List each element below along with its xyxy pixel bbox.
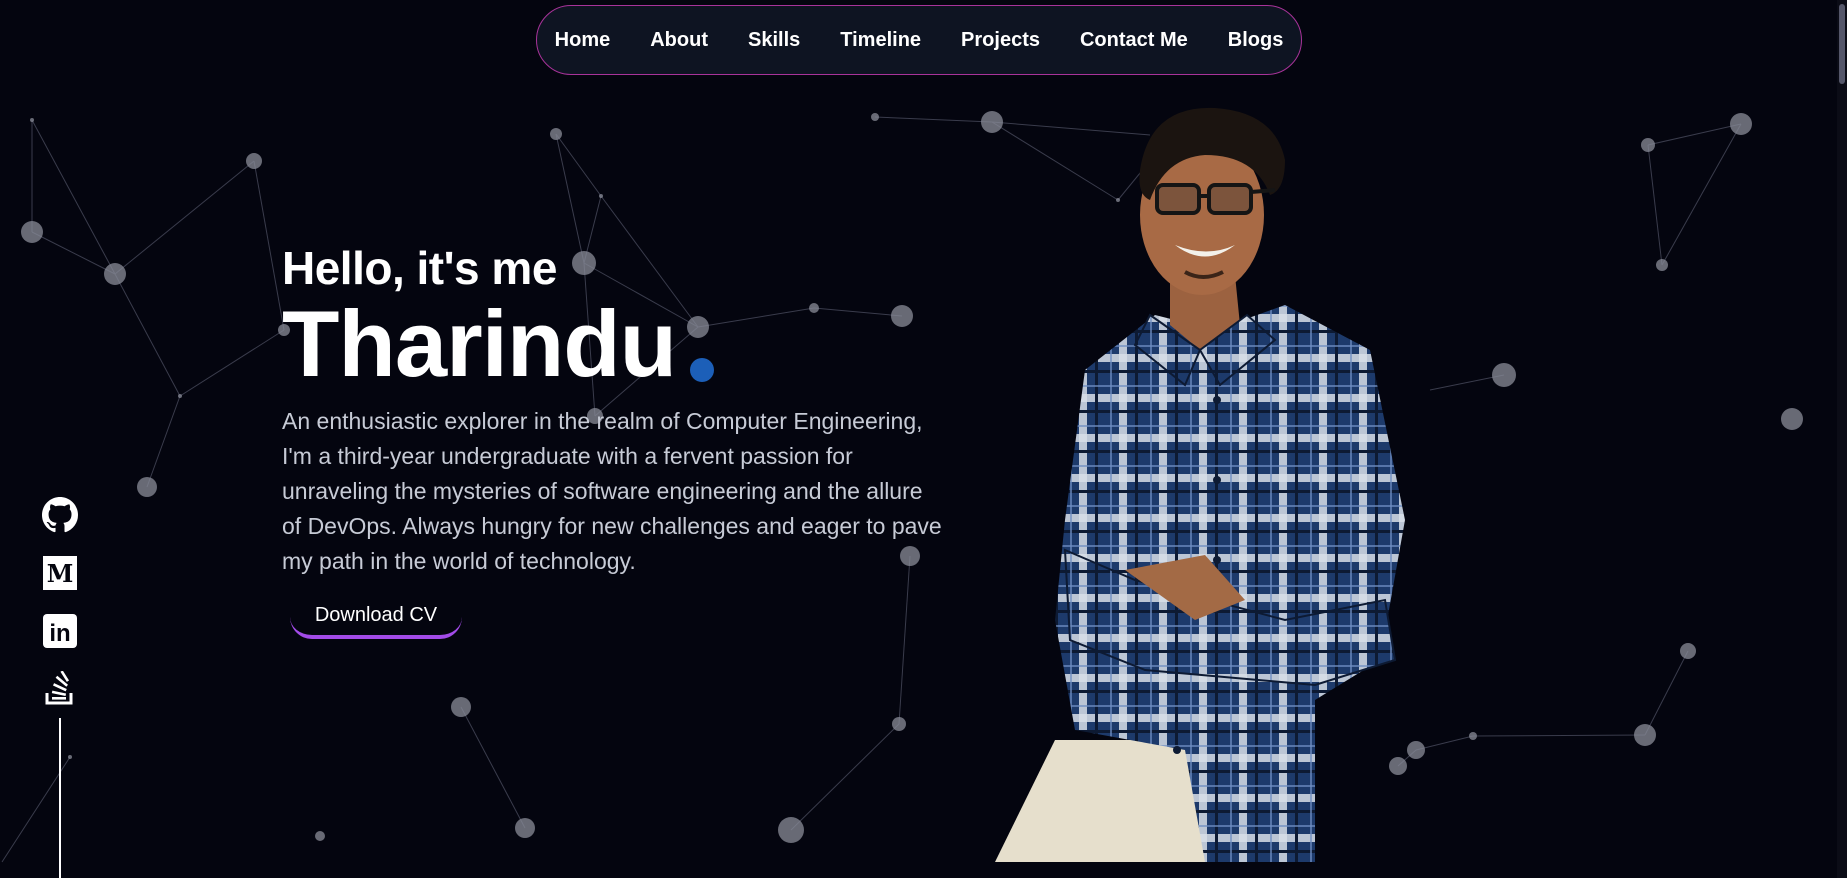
medium-icon-letter: M	[47, 559, 74, 588]
hero-name-wrapper: Tharindu	[282, 291, 715, 396]
github-icon[interactable]	[42, 497, 78, 533]
hero-name: Tharindu	[282, 291, 677, 396]
top-navigation: Home About Skills Timeline Projects Cont…	[536, 5, 1302, 75]
medium-icon[interactable]: M	[42, 555, 78, 591]
nav-skills[interactable]: Skills	[728, 29, 820, 52]
linkedin-icon-letters: in	[49, 620, 70, 647]
download-cv-button[interactable]: Download CV	[290, 595, 462, 639]
profile-photo	[995, 107, 1405, 862]
hero-bio: An enthusiastic explorer in the realm of…	[282, 408, 942, 574]
hero-section: Hello, it's me Tharindu An enthusiastic …	[282, 240, 942, 579]
nav-projects[interactable]: Projects	[941, 29, 1060, 52]
nav-about[interactable]: About	[630, 29, 728, 52]
nav-home[interactable]: Home	[535, 29, 631, 52]
scrollbar-track[interactable]	[1837, 0, 1847, 878]
social-links: M in	[42, 497, 78, 729]
nav-blogs[interactable]: Blogs	[1208, 29, 1304, 52]
hero-greeting: Hello, it's me	[282, 242, 557, 294]
nav-contact-me[interactable]: Contact Me	[1060, 29, 1208, 52]
linkedin-icon[interactable]: in	[42, 613, 78, 649]
scrollbar-thumb[interactable]	[1839, 4, 1845, 84]
social-divider-line	[59, 718, 61, 878]
stackoverflow-icon[interactable]	[42, 671, 78, 707]
nav-timeline[interactable]: Timeline	[820, 29, 941, 52]
accent-dot	[690, 358, 715, 382]
